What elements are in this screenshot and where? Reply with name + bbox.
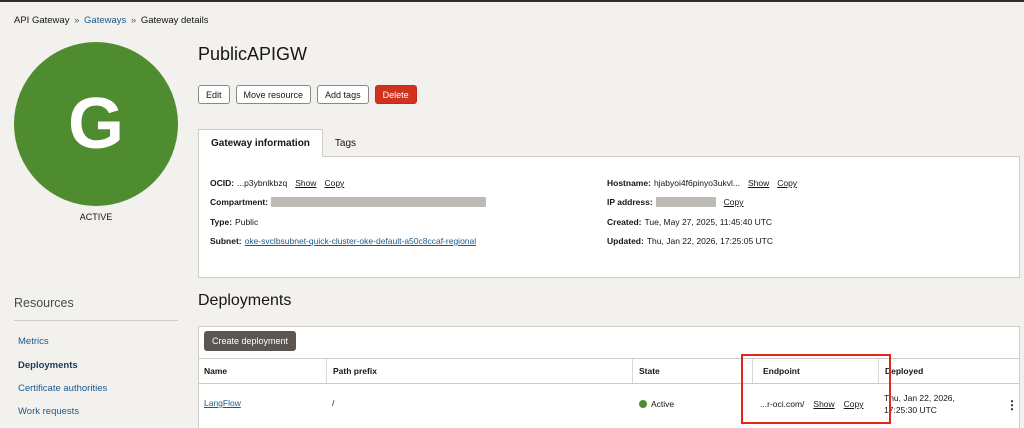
- move-resource-button[interactable]: Move resource: [235, 85, 312, 104]
- breadcrumb: API Gateway » Gateways » Gateway details: [14, 15, 209, 26]
- resource-metrics[interactable]: Metrics: [18, 336, 49, 347]
- resource-deployments[interactable]: Deployments: [18, 360, 78, 371]
- gateway-avatar: G: [14, 42, 178, 206]
- hostname-copy-link[interactable]: Copy: [777, 178, 797, 188]
- divider: [14, 320, 178, 321]
- ocid-show-link[interactable]: Show: [295, 178, 316, 188]
- ocid-copy-link[interactable]: Copy: [324, 178, 344, 188]
- ip-copy-link[interactable]: Copy: [724, 197, 744, 207]
- tab-gateway-information[interactable]: Gateway information: [198, 129, 323, 157]
- deployed-cell: Thu, Jan 22, 2026, 17:25:30 UTC: [884, 393, 955, 415]
- redacted-ip: [655, 197, 716, 207]
- create-deployment-button[interactable]: Create deployment: [204, 331, 297, 351]
- subnet-field: Subnet: oke-svclbsubnet-quick-cluster-ok…: [210, 236, 477, 246]
- ip-address-field: IP address: Copy: [607, 197, 744, 207]
- delete-button[interactable]: Delete: [374, 85, 417, 104]
- hostname-field: Hostname: hjabyoi4f6pinyo3ukvl... Show C…: [607, 178, 798, 188]
- breadcrumb-root[interactable]: API Gateway: [14, 15, 69, 26]
- created-field: Created: Tue, May 27, 2025, 11:45:40 UTC: [607, 217, 773, 227]
- subnet-link[interactable]: oke-svclbsubnet-quick-cluster-oke-defaul…: [245, 236, 477, 246]
- edit-button[interactable]: Edit: [198, 85, 230, 104]
- breadcrumb-current: Gateway details: [140, 15, 209, 26]
- status-dot-icon: [639, 400, 647, 408]
- add-tags-button[interactable]: Add tags: [317, 85, 369, 104]
- resource-work-requests[interactable]: Work requests: [18, 406, 79, 417]
- deployments-title: Deployments: [198, 292, 292, 309]
- top-bar: [0, 0, 1024, 2]
- page-title: PublicAPIGW: [198, 44, 308, 64]
- column-path-prefix[interactable]: Path prefix: [326, 359, 632, 383]
- resources-title: Resources: [14, 296, 74, 310]
- table-header: Name Path prefix State Endpoint Deployed: [198, 358, 1020, 384]
- redacted-compartment: [271, 197, 487, 207]
- breadcrumb-gateways[interactable]: Gateways: [84, 15, 126, 26]
- state-cell: Active: [639, 399, 674, 409]
- status-label: ACTIVE: [79, 212, 113, 222]
- row-actions-kebab-icon[interactable]: ⋮: [1006, 398, 1018, 412]
- column-name[interactable]: Name: [198, 359, 326, 383]
- updated-field: Updated: Thu, Jan 22, 2026, 17:25:05 UTC: [607, 236, 774, 246]
- resource-certificate-authorities[interactable]: Certificate authorities: [18, 383, 107, 394]
- path-prefix-cell: /: [332, 398, 335, 408]
- table-row: LangFlow: [204, 398, 241, 408]
- deployment-name-link[interactable]: LangFlow: [204, 398, 241, 408]
- hostname-show-link[interactable]: Show: [748, 178, 769, 188]
- endpoint-highlight-box: [741, 354, 891, 424]
- tab-bar: Gateway information Tags: [198, 129, 368, 157]
- type-field: Type: Public: [210, 217, 259, 227]
- column-deployed[interactable]: Deployed: [878, 359, 1018, 383]
- tab-tags[interactable]: Tags: [323, 129, 368, 157]
- ocid-field: OCID: ...p3ybnlkbzq Show Copy: [210, 178, 345, 188]
- compartment-field: Compartment:: [210, 197, 487, 207]
- action-bar: Edit Move resource Add tags Delete: [198, 85, 417, 104]
- column-state[interactable]: State: [632, 359, 752, 383]
